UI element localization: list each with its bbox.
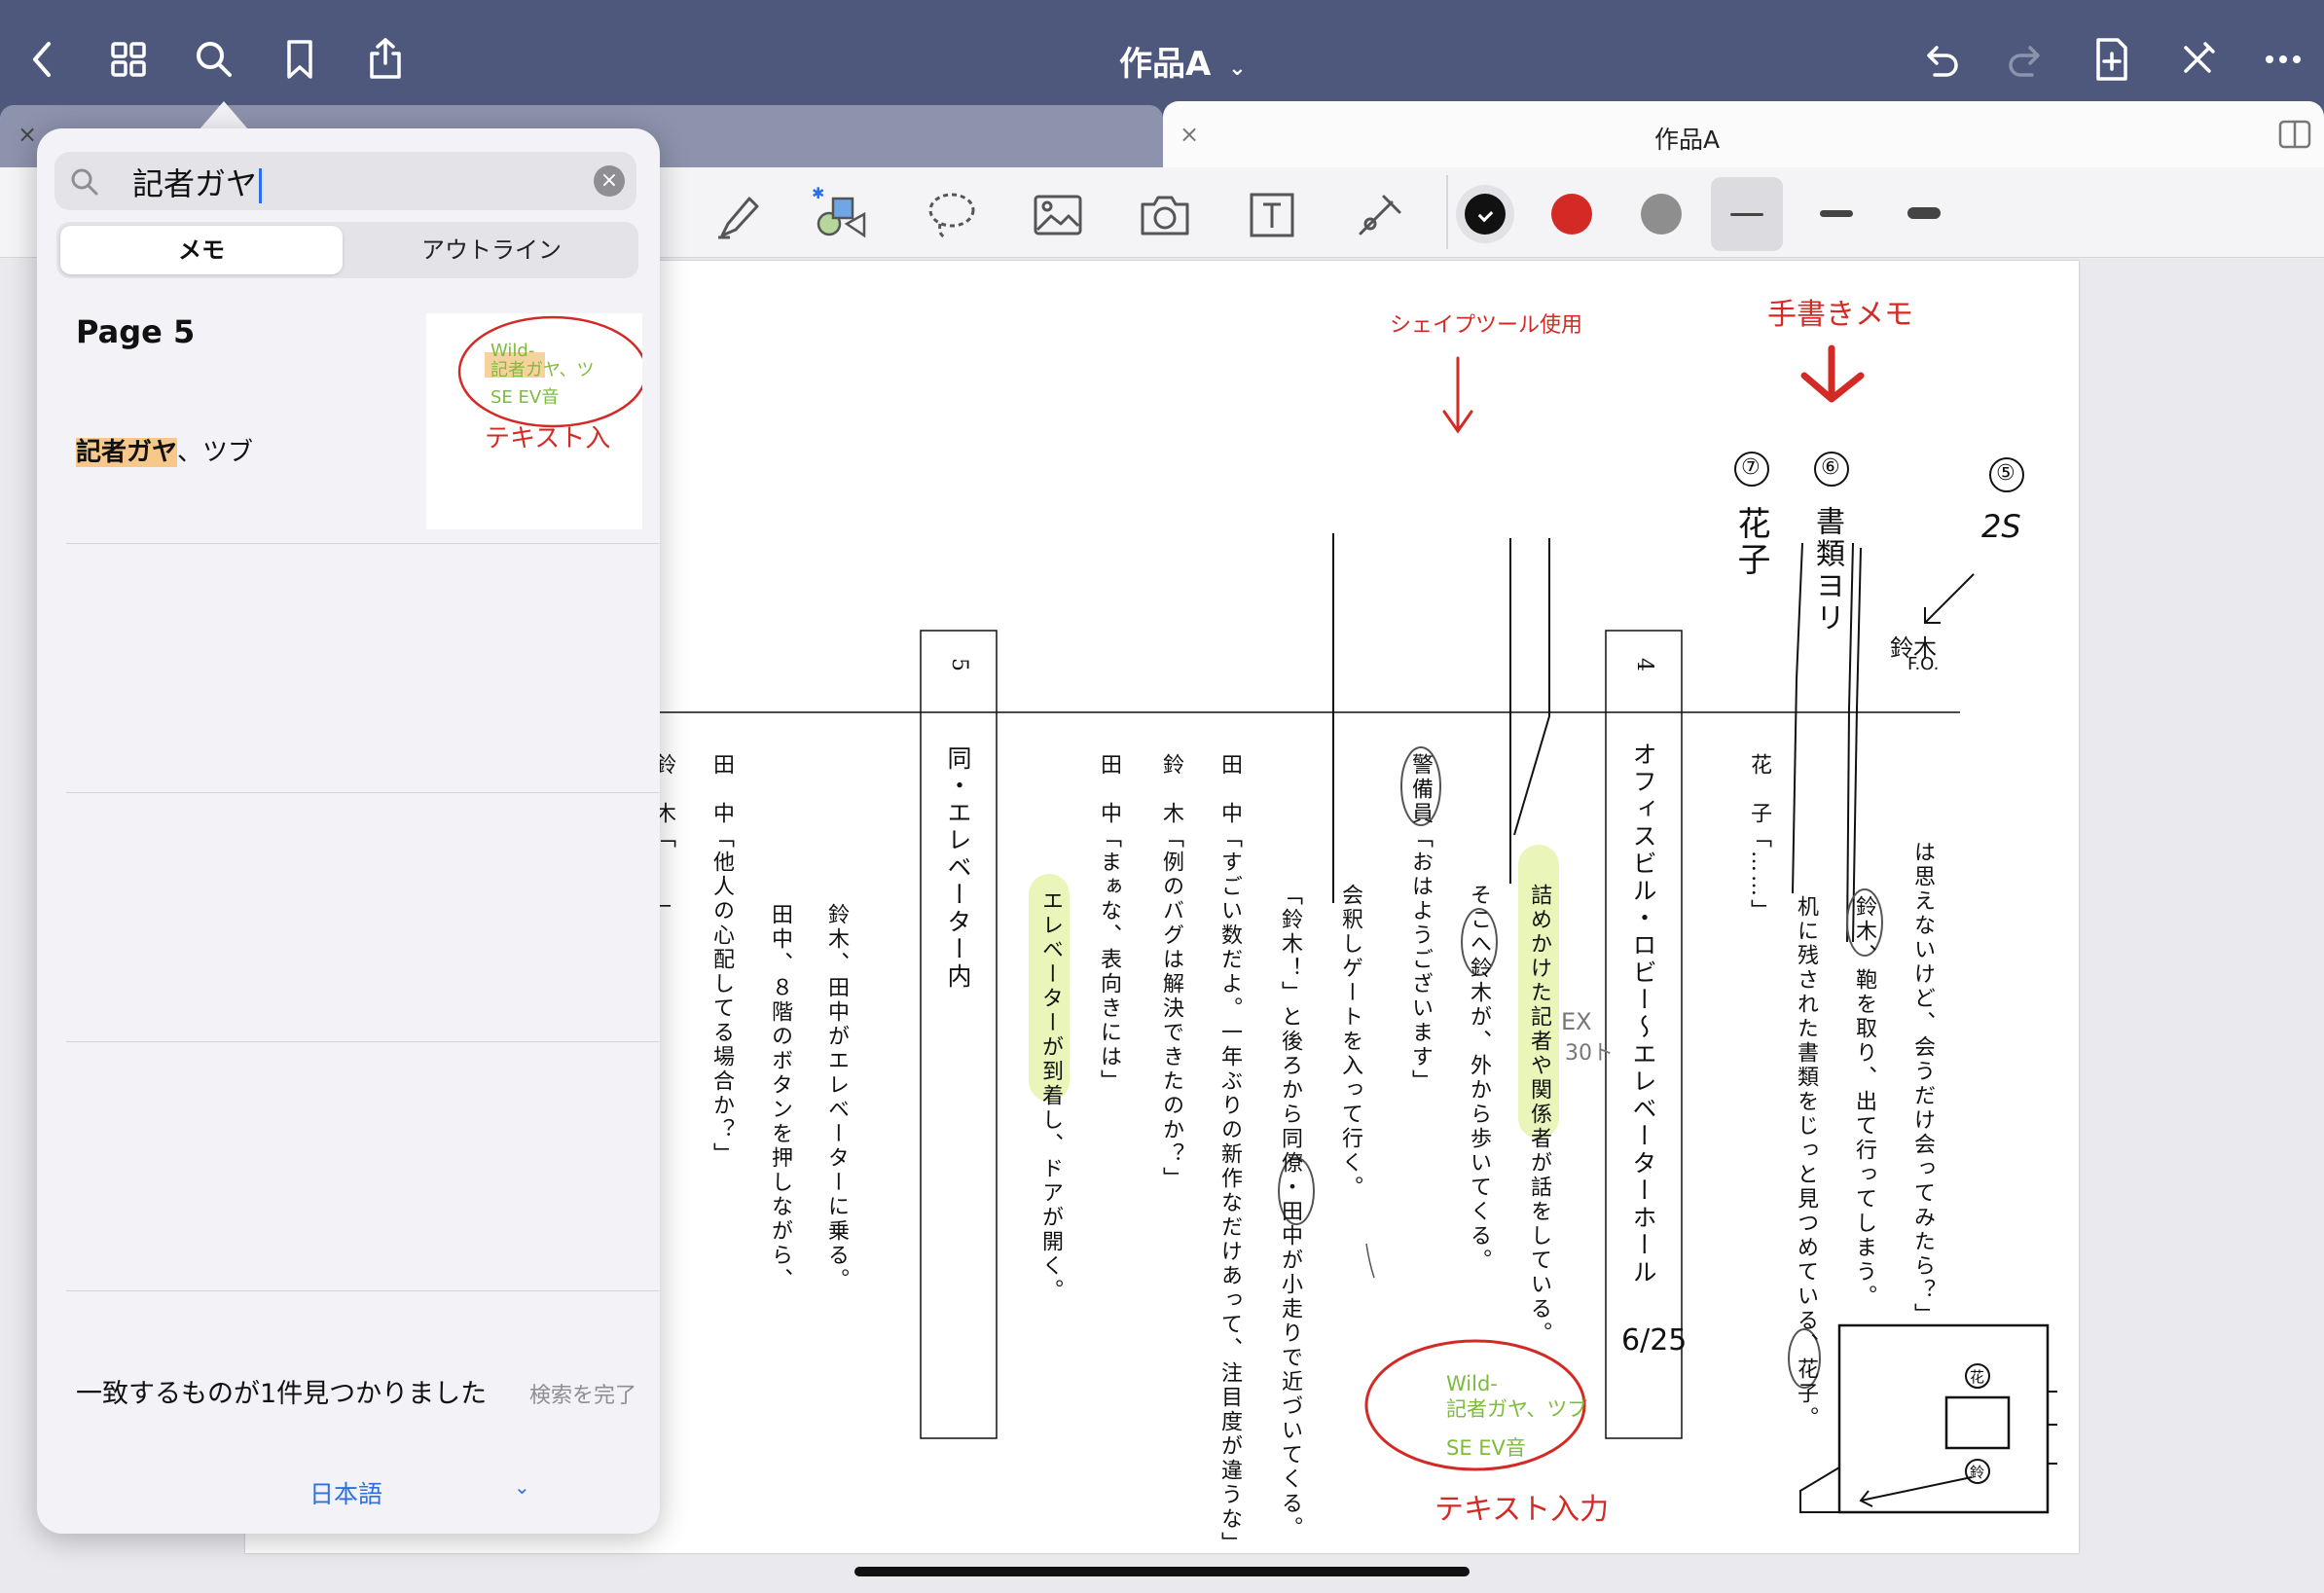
clear-search-icon[interactable]: × [594, 165, 625, 197]
thumb-text-line3: SE EV音 [490, 387, 560, 408]
toolbar-divider [1446, 175, 1448, 249]
search-input[interactable]: 記者ガヤ [132, 160, 263, 204]
close-edit-icon[interactable] [2170, 32, 2225, 87]
chevron-down-icon: ⌄ [1228, 56, 1247, 81]
script-line: 田 中「まぁな、表向きには」 [1097, 753, 1121, 1094]
script-line-highlighted: エレベーターが到着し、ドアが開く。 [1038, 889, 1063, 1303]
hand-ex-30: 30ト [1565, 1041, 1614, 1066]
result-snippet-rest: 、ツブ [177, 438, 254, 467]
annotation-text-input: テキスト入力 [1434, 1493, 1610, 1527]
redo-icon[interactable] [1999, 32, 2053, 87]
search-query-text: 記者ガヤ [132, 165, 258, 202]
highlighter-icon[interactable] [708, 185, 769, 245]
split-view-icon[interactable] [2277, 117, 2312, 156]
script-line: は思えないけど、会うだけ会ってみたら？」 [1910, 841, 1935, 1327]
finish-search-button[interactable]: 検索を完了 [529, 1378, 636, 1409]
scene-5-heading: 同・エレベーター内 [944, 745, 972, 991]
document-title[interactable]: 作品A ⌄ [1119, 37, 1247, 85]
script-line: 警備員「おはようございます」 [1408, 753, 1433, 1094]
grid-icon[interactable] [101, 32, 156, 87]
tab-active-title: 作品A [1654, 126, 1721, 154]
list-separator [66, 1041, 660, 1042]
search-icon[interactable] [187, 32, 241, 87]
script-line: 鈴 木「例のバグは解決できたのか？」 [1159, 753, 1183, 1191]
undo-icon[interactable] [1913, 32, 1968, 87]
scene-5-number: 5 [947, 658, 971, 674]
search-icon [71, 168, 98, 196]
bookmark-icon[interactable] [272, 32, 327, 87]
color-gray[interactable] [1641, 194, 1682, 235]
add-page-icon[interactable] [2085, 32, 2139, 87]
color-black-selected[interactable] [1456, 185, 1514, 243]
scene-4-number: 4 [1632, 658, 1656, 674]
script-line: 会釈しゲートを入って行く。 [1338, 884, 1362, 1200]
hand-fo: F.O. [1907, 654, 1940, 674]
scene-4-heading: オフィスビル・ロビー〜エレベーターホール [1629, 742, 1657, 1286]
document-title-text: 作品A [1119, 45, 1212, 84]
wild-text-line2: 記者ガヤ、ツブ [1446, 1397, 1588, 1421]
script-line: 鈴木、田中がエレベーターに乗る。 [824, 903, 849, 1292]
tab-active[interactable] [1163, 101, 2324, 167]
annotation-shape-tool: シェイプツール使用 [1390, 313, 1583, 338]
text-tool-icon[interactable] [1242, 185, 1302, 245]
wild-text-line1: Wild- [1446, 1372, 1498, 1395]
chevron-down-icon[interactable]: ⌄ [514, 1475, 530, 1499]
tab-left-close-icon[interactable]: × [18, 121, 37, 148]
more-icon[interactable] [2256, 32, 2310, 87]
result-snippet[interactable]: 記者ガヤ、ツブ [76, 432, 253, 468]
circled-6: ⑥ [1821, 455, 1840, 480]
stroke-thin-selected[interactable] [1711, 177, 1783, 251]
result-snippet-match: 記者ガヤ [76, 438, 178, 467]
camera-icon[interactable] [1135, 185, 1195, 245]
language-selector[interactable]: 日本語 [309, 1475, 382, 1510]
search-scope-segmented-control: メモ アウトライン [56, 222, 638, 278]
image-icon[interactable] [1028, 185, 1088, 245]
hand-ex: EX [1561, 1008, 1592, 1035]
search-popover: × 記者ガヤ メモ アウトライン Page 5 記者ガヤ、ツブ Wild- 記者… [37, 128, 660, 1534]
home-indicator [854, 1567, 1470, 1576]
hand-2s: 2S [1981, 508, 2021, 545]
tab-outline[interactable]: アウトライン [348, 226, 635, 274]
script-line: 田 中「他人の心配してる場合か？」 [709, 753, 734, 1167]
script-line: 鈴木、鞄を取り、出て行ってしまう。 [1852, 895, 1876, 1309]
circled-5: ⑤ [1996, 461, 2015, 486]
list-separator [66, 792, 660, 793]
search-result-count: 一致するものが1件見つかりました [76, 1379, 488, 1409]
tab-memo[interactable]: メモ [60, 226, 343, 274]
list-separator [66, 543, 660, 544]
result-page-title[interactable]: Page 5 [76, 313, 195, 350]
annotation-handwritten-memo: 手書きメモ [1767, 298, 1913, 332]
script-line: 田中、８階のボタンを押しながら、 [768, 903, 792, 1292]
color-red[interactable] [1551, 194, 1592, 235]
hand-shorui-yori: 書類ヨリ [1810, 506, 1844, 634]
list-separator [66, 1290, 660, 1291]
shape-tool-icon[interactable]: ✱ [808, 184, 868, 245]
hand-date: 6/25 [1621, 1323, 1688, 1358]
text-caret [259, 168, 263, 203]
thumb-text-red: テキスト入 [485, 424, 611, 453]
result-thumbnail[interactable]: Wild- 記者ガヤ、ツ SE EV音 テキスト入 [426, 313, 642, 529]
stroke-medium[interactable] [1820, 210, 1853, 217]
script-line: そこへ鈴木が、外から歩いてくる。 [1467, 884, 1491, 1273]
script-line: 机に残された書類をじっと見つめている、花子。 [1794, 895, 1818, 1430]
hand-hanako: 花子 [1731, 506, 1770, 578]
script-line: 「鈴木！」と後ろから同僚・田中が小走りで近づいてくる。 [1278, 884, 1302, 1540]
tab-right-close-icon[interactable]: × [1180, 121, 1199, 148]
back-icon[interactable] [16, 32, 70, 87]
popover-arrow [199, 101, 249, 130]
stroke-thick[interactable] [1907, 207, 1941, 219]
svg-text:✱: ✱ [812, 185, 824, 202]
laser-pointer-icon[interactable] [1349, 185, 1409, 245]
lasso-icon[interactable] [921, 185, 981, 245]
thumb-text-line2: 記者ガヤ、ツ [490, 360, 595, 380]
share-icon[interactable] [358, 32, 413, 87]
plan-mark-suzu: 鈴 [1970, 1464, 1985, 1481]
script-line: 花 子「……」 [1747, 753, 1771, 923]
script-line-highlighted: 詰めかけた記者や関係者が話をしている。 [1527, 884, 1551, 1346]
wild-text-line3: SE EV音 [1446, 1436, 1526, 1460]
script-line: 田 中「すごい数だよ。一年ぶりの新作なだけあって、注目度が違うな」 [1217, 753, 1242, 1556]
plan-mark-hana: 花 [1970, 1368, 1985, 1386]
circled-7: ⑦ [1741, 455, 1761, 480]
